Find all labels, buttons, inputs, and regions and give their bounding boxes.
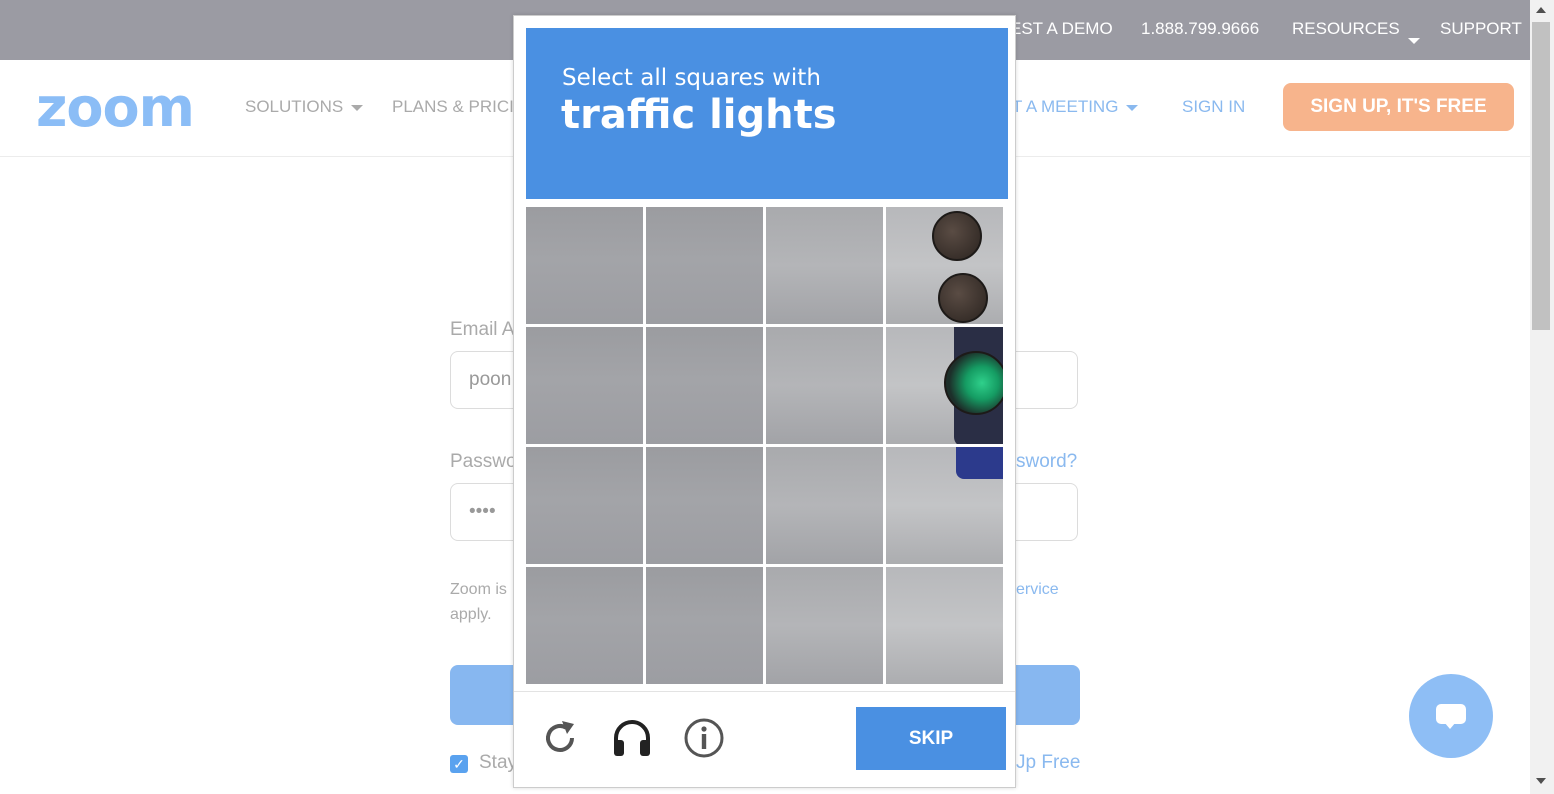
captcha-tile[interactable] — [526, 567, 643, 684]
zoom-logo[interactable]: zoom — [36, 78, 195, 138]
terms-text: Zoom is — [450, 581, 507, 598]
chat-icon — [1436, 704, 1466, 729]
captcha-tile[interactable] — [886, 207, 1003, 324]
password-value: •••• — [469, 501, 496, 522]
scroll-up-arrow-icon[interactable] — [1536, 7, 1546, 13]
skip-button[interactable]: SKIP — [856, 707, 1006, 770]
captcha-tile[interactable] — [886, 447, 1003, 564]
traffic-light-housing-base — [956, 447, 1003, 479]
captcha-header: Select all squares with traffic lights — [526, 28, 1008, 199]
email-label: Email A — [450, 319, 515, 340]
captcha-tile[interactable] — [646, 447, 763, 564]
nav-meeting-label: T A MEETING — [1012, 97, 1119, 116]
captcha-image-grid — [526, 207, 1004, 684]
resources-menu[interactable]: RESOURCES — [1292, 19, 1420, 44]
captcha-tile[interactable] — [526, 327, 643, 444]
captcha-tile[interactable] — [766, 207, 883, 324]
stay-signed-in-label: Stay — [479, 752, 518, 773]
forgot-password-link[interactable]: sword? — [1016, 451, 1077, 473]
page-scrollbar[interactable] — [1530, 0, 1554, 794]
nav-sign-in[interactable]: SIGN IN — [1182, 97, 1245, 117]
info-icon[interactable] — [682, 716, 726, 760]
chat-button[interactable] — [1409, 674, 1493, 758]
nav-plans-pricing[interactable]: PLANS & PRICI — [392, 97, 514, 117]
scroll-down-arrow-icon[interactable] — [1536, 778, 1546, 784]
captcha-tile[interactable] — [526, 207, 643, 324]
nav-solutions[interactable]: SOLUTIONS — [245, 97, 364, 117]
chevron-down-icon — [351, 104, 364, 111]
terms-text-apply: apply. — [450, 606, 492, 623]
reload-icon[interactable] — [538, 716, 582, 760]
scrollbar-thumb[interactable] — [1532, 22, 1550, 330]
captcha-tile[interactable] — [766, 447, 883, 564]
email-value: poon — [469, 369, 512, 390]
sign-up-free-link[interactable]: Jp Free — [1016, 752, 1080, 774]
captcha-dialog: Select all squares with traffic lights S… — [513, 15, 1016, 788]
traffic-light-lamp — [938, 273, 988, 323]
captcha-footer: SKIP — [514, 691, 1015, 788]
traffic-light-green-lamp — [944, 351, 1003, 415]
nav-solutions-label: SOLUTIONS — [245, 97, 344, 116]
nav-join-meeting[interactable]: T A MEETING — [1012, 97, 1139, 117]
captcha-tile[interactable] — [646, 567, 763, 684]
headphones-icon[interactable] — [610, 716, 654, 760]
chevron-down-icon — [1126, 104, 1139, 111]
captcha-tile[interactable] — [646, 327, 763, 444]
captcha-tile[interactable] — [526, 447, 643, 564]
resources-label: RESOURCES — [1292, 19, 1400, 38]
captcha-tile[interactable] — [646, 207, 763, 324]
sign-up-button[interactable]: SIGN UP, IT'S FREE — [1283, 83, 1514, 131]
support-link[interactable]: SUPPORT — [1440, 19, 1522, 39]
stay-signed-in-checkbox[interactable]: ✓ — [450, 755, 468, 773]
captcha-tile[interactable] — [766, 567, 883, 684]
captcha-tile[interactable] — [766, 327, 883, 444]
phone-number[interactable]: 1.888.799.9666 — [1141, 19, 1259, 39]
captcha-tile[interactable] — [886, 327, 1003, 444]
captcha-target: traffic lights — [561, 92, 837, 138]
captcha-instruction: Select all squares with — [562, 65, 821, 91]
captcha-tile[interactable] — [886, 567, 1003, 684]
password-label: Passwo — [450, 451, 517, 472]
chevron-down-icon — [1407, 38, 1420, 44]
terms-of-service-link[interactable]: ervice — [1016, 581, 1059, 599]
request-demo-link[interactable]: EST A DEMO — [1010, 19, 1113, 39]
traffic-light-lamp — [932, 211, 982, 261]
